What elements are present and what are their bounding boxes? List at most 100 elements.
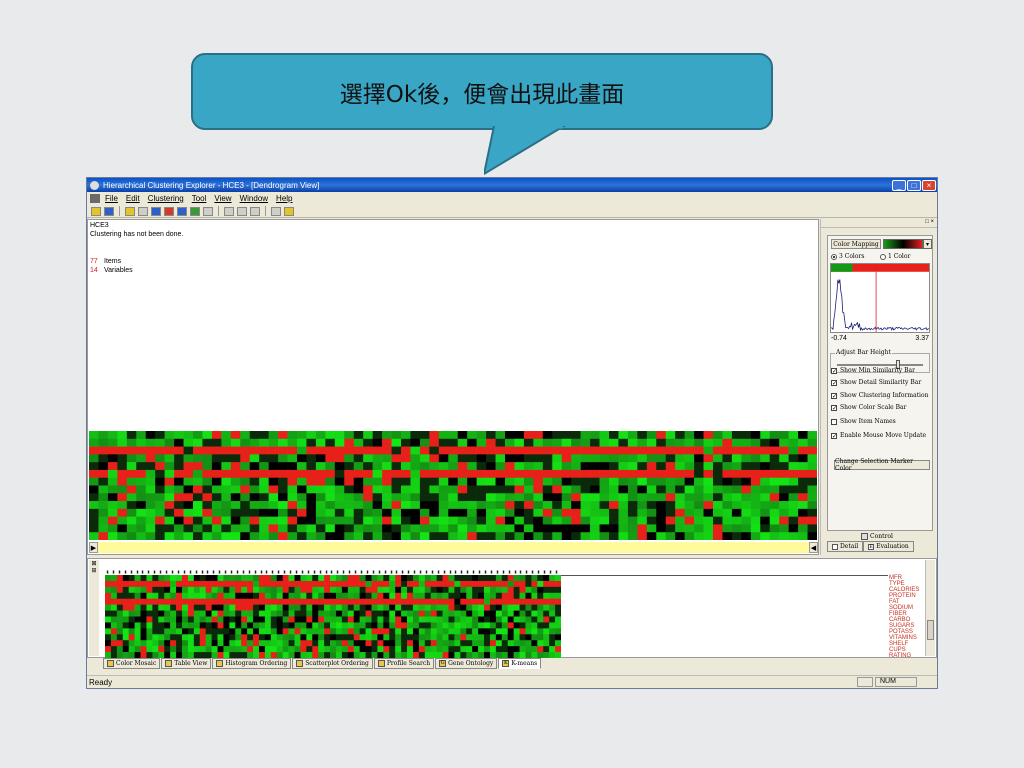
heatmap-cell	[140, 616, 147, 623]
heatmap-bottom[interactable]	[105, 575, 561, 658]
arrow-right-icon[interactable]	[164, 206, 174, 216]
scroll-track[interactable]	[98, 542, 809, 553]
save-icon[interactable]	[104, 206, 114, 216]
heatmap-cell	[306, 493, 317, 502]
scroll-left-icon[interactable]: ◀	[809, 542, 818, 553]
heatmap-cell	[205, 586, 212, 594]
tab-profile-search[interactable]: Profile Search	[373, 658, 435, 669]
checkbox-1[interactable]: ✓ Show Detail Similarity Bar	[831, 379, 921, 386]
arrow-up-icon[interactable]	[177, 206, 187, 216]
print-icon[interactable]	[271, 206, 281, 216]
horizontal-scrollbar[interactable]: ▶ ◀	[89, 542, 818, 553]
open-icon[interactable]	[91, 206, 101, 216]
copy-icon[interactable]	[237, 206, 247, 216]
heatmap-cell	[514, 454, 525, 463]
tab-scatterplot-ordering[interactable]: Scatterplot Ordering	[292, 658, 373, 669]
scroll-thumb[interactable]	[927, 620, 934, 640]
swap-icon[interactable]	[190, 206, 200, 216]
color-histogram[interactable]	[830, 263, 930, 333]
heatmap-cell	[335, 640, 343, 647]
heatmap-cell	[155, 508, 165, 517]
heatmap-cell	[230, 532, 241, 540]
heatmap-cell	[344, 485, 355, 494]
tab-detail[interactable]: Detail	[827, 541, 864, 552]
heatmap-cell	[637, 493, 648, 502]
heatmap-cell	[788, 524, 799, 533]
heatmap-cell	[365, 616, 372, 623]
close-button[interactable]: ×	[922, 179, 936, 191]
heatmap-cell	[389, 604, 396, 611]
cut-icon[interactable]	[224, 206, 234, 216]
heatmap-cell	[372, 431, 383, 440]
grid-icon[interactable]	[151, 206, 161, 216]
heatmap-cell	[372, 508, 383, 517]
heatmap-cell	[675, 485, 685, 494]
menu-edit[interactable]: Edit	[126, 194, 140, 203]
lightning-icon[interactable]	[125, 206, 135, 216]
app-window: Hierarchical Clustering Explorer - HCE3 …	[86, 177, 938, 689]
heatmap-cell	[525, 628, 532, 635]
menu-file[interactable]: File	[105, 194, 118, 203]
panel-header-controls[interactable]: □ ×	[821, 219, 937, 228]
heatmap-cell	[258, 628, 266, 635]
heatmap-cell	[599, 493, 610, 502]
scroll-right-icon[interactable]: ▶	[89, 542, 98, 553]
tab-k-means[interactable]: K K-means	[498, 658, 542, 669]
tab-histogram-ordering[interactable]: Histogram Ordering	[212, 658, 292, 669]
checkbox-3[interactable]: ✓ Show Color Scale Bar	[831, 404, 906, 411]
heatmap-cell	[412, 586, 420, 594]
slider-track[interactable]	[837, 364, 923, 366]
heatmap-cell	[424, 575, 432, 582]
help-icon[interactable]	[284, 206, 294, 216]
color-mosaic-pane[interactable]: ⊠ ⊞ ▮ ▮ ▮ ▮ ▮ ▮ ▮ ▮ ▮ ▮ ▮ ▮ ▮ ▮ ▮ ▮ ▮ ▮ ▮ ▮ ▮ ▮ ▮ ▮ ▮ ▮ ▮ ▮ ▮ ▮ ▮ ▮ ▮ ▮ ▮ ▮ ▮…	[87, 558, 937, 659]
heatmap-cell	[694, 477, 704, 486]
select-icon[interactable]	[203, 206, 213, 216]
heatmap-cell	[211, 586, 218, 594]
heatmap-cell	[750, 524, 761, 533]
heatmap-cell	[341, 616, 349, 623]
menu-clustering[interactable]: Clustering	[148, 194, 184, 203]
checkbox-2[interactable]: ✓ Show Clustering Information	[831, 392, 928, 399]
heatmap-main[interactable]	[89, 431, 817, 540]
heatmap-cell	[193, 493, 203, 502]
cluster-icon[interactable]	[138, 206, 148, 216]
color-gradient-swatch[interactable]	[883, 239, 923, 249]
heatmap-cell	[122, 628, 129, 635]
menu-tool[interactable]: Tool	[192, 194, 207, 203]
color-mapping-button[interactable]: Color Mapping	[831, 239, 881, 249]
radio-3-colors[interactable]: 3 Colors	[831, 253, 864, 260]
menu-view[interactable]: View	[214, 194, 231, 203]
checkbox-0[interactable]: ✓ Show Min Similarity Bar	[831, 367, 915, 374]
checkbox-5[interactable]: ✓ Enable Mouse Move Update	[831, 432, 926, 439]
heatmap-cell	[448, 508, 459, 517]
tab-gene-ontology[interactable]: G Gene Ontology	[435, 658, 498, 669]
maximize-button[interactable]: □	[907, 179, 921, 191]
chevron-down-icon[interactable]: ▾	[923, 239, 932, 249]
heatmap-cell	[371, 622, 378, 629]
heatmap-cell	[158, 575, 165, 582]
dendrogram-view[interactable]: HCE3 Clustering has not been done. 77 Ite…	[87, 219, 819, 555]
tab-color-mosaic[interactable]: Color Mosaic	[103, 658, 161, 669]
menu-help[interactable]: Help	[276, 194, 292, 203]
heatmap-cell	[436, 580, 443, 588]
heatmap-cell	[241, 586, 248, 594]
tab-evaluation[interactable]: E Evaluation	[863, 541, 914, 552]
minimize-button[interactable]: _	[892, 179, 906, 191]
heatmap-cell	[418, 628, 426, 635]
heatmap-cell	[543, 640, 550, 647]
hist-min: -0.74	[831, 335, 847, 342]
heatmap-cell	[627, 516, 638, 525]
radio-1-color[interactable]: 1 Color	[880, 253, 910, 260]
heatmap-cell	[478, 575, 485, 582]
vertical-scrollbar[interactable]	[925, 560, 935, 656]
heatmap-cell	[359, 575, 366, 582]
checkbox-4[interactable]: Show Item Names	[831, 418, 896, 425]
paste-icon[interactable]	[250, 206, 260, 216]
bottom-pane-controls[interactable]: ⊠ ⊞	[89, 560, 99, 656]
tab-table-view[interactable]: Table View	[161, 658, 212, 669]
heatmap-cell	[637, 438, 648, 447]
heatmap-cell	[158, 634, 165, 641]
heatmap-cell	[580, 493, 591, 502]
menu-window[interactable]: Window	[240, 194, 268, 203]
change-marker-color-button[interactable]: Change Selection Marker Color	[834, 458, 930, 472]
